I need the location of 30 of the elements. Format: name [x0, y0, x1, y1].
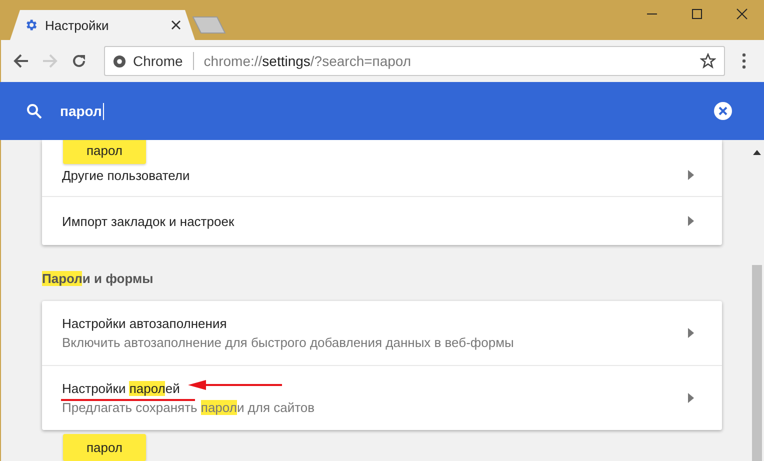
chrome-logo-icon	[113, 54, 126, 68]
setting-description: Предлагать сохранять пароли для сайтов	[62, 400, 316, 415]
address-bar[interactable]: Chrome chrome://settings/?search=парол	[104, 46, 725, 76]
scroll-up-icon[interactable]	[753, 149, 761, 155]
site-label: Chrome	[133, 53, 183, 69]
search-icon	[26, 103, 42, 119]
setting-title[interactable]: Настройки паролей	[62, 381, 688, 396]
star-icon[interactable]	[700, 53, 716, 69]
setting-title[interactable]: Настройки автозаполнения	[62, 316, 688, 331]
search-match-bubble: парол	[63, 140, 146, 164]
settings-icon	[24, 18, 38, 32]
chevron-right-icon[interactable]	[688, 328, 694, 338]
section-heading: Пароли и формы	[42, 271, 154, 286]
setting-title[interactable]: Другие пользователи	[62, 168, 688, 182]
url-text: chrome://settings/?search=парол	[204, 53, 412, 69]
menu-icon[interactable]	[742, 53, 746, 69]
chevron-right-icon[interactable]	[688, 393, 694, 403]
chevron-right-icon[interactable]	[688, 216, 694, 226]
setting-title[interactable]: Импорт закладок и настроек	[62, 214, 688, 228]
browser-tab[interactable]: Настройки	[10, 10, 195, 40]
tab-title: Настройки	[45, 18, 110, 32]
setting-description: Включить автозаполнение для быстрого добавления данных в веб-формы	[62, 335, 515, 350]
chevron-right-icon[interactable]	[688, 170, 694, 180]
maximize-icon[interactable]	[691, 8, 703, 20]
search-match-bubble: парол	[63, 434, 146, 461]
close-icon[interactable]	[171, 20, 181, 30]
back-icon[interactable]	[13, 53, 29, 69]
reload-icon[interactable]	[71, 53, 87, 69]
close-icon[interactable]	[736, 8, 748, 20]
clear-search-icon[interactable]	[714, 102, 732, 120]
